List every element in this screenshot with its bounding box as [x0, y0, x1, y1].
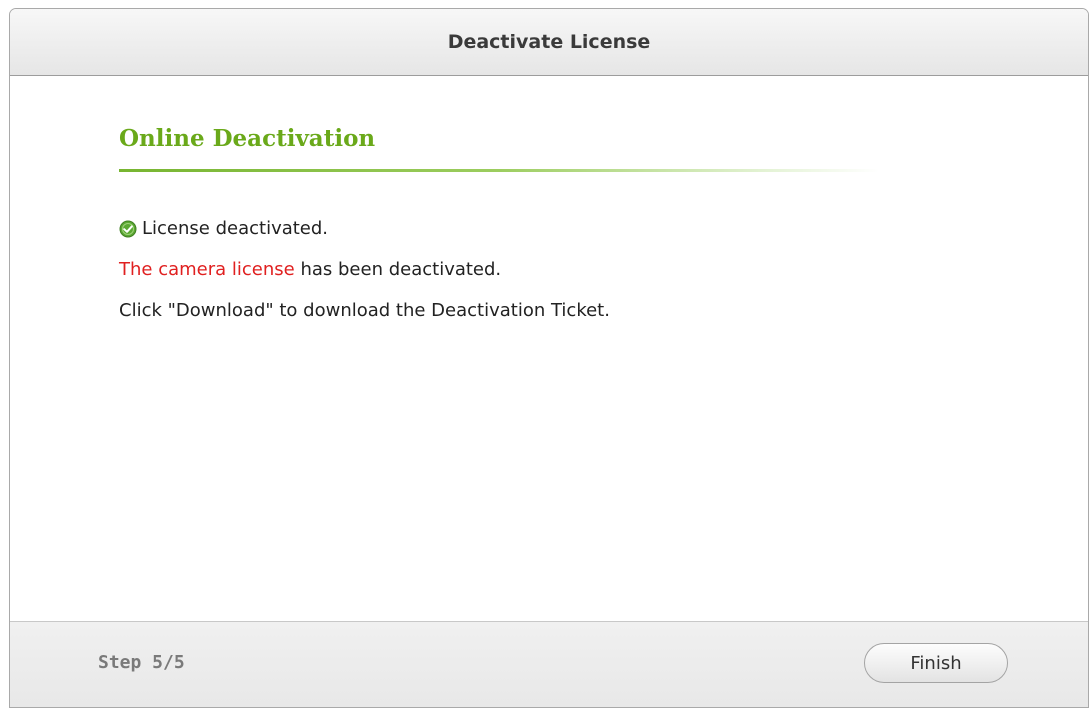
step-indicator: Step 5/5: [98, 652, 185, 673]
deactivate-license-dialog: Deactivate License Online Deactivation L…: [9, 8, 1089, 708]
section-divider: [119, 169, 879, 172]
finish-button[interactable]: Finish: [864, 643, 1008, 683]
status-message: License deactivated.: [119, 218, 328, 239]
deactivated-suffix-text: has been deactivated.: [300, 259, 502, 280]
deactivated-message: The camera license has been deactivated.: [119, 259, 501, 280]
download-hint-text: Click "Download" to download the Deactiv…: [119, 300, 610, 321]
status-text: License deactivated.: [142, 218, 329, 239]
dialog-title: Deactivate License: [447, 31, 651, 53]
check-circle-icon: [119, 220, 137, 238]
section-title: Online Deactivation: [119, 125, 376, 152]
dialog-titlebar: Deactivate License: [10, 9, 1088, 76]
camera-license-text: The camera license: [119, 259, 295, 280]
dialog-footer: Step 5/5 Finish: [10, 621, 1088, 707]
dialog-content: Online Deactivation License deactivated.…: [10, 76, 1088, 624]
